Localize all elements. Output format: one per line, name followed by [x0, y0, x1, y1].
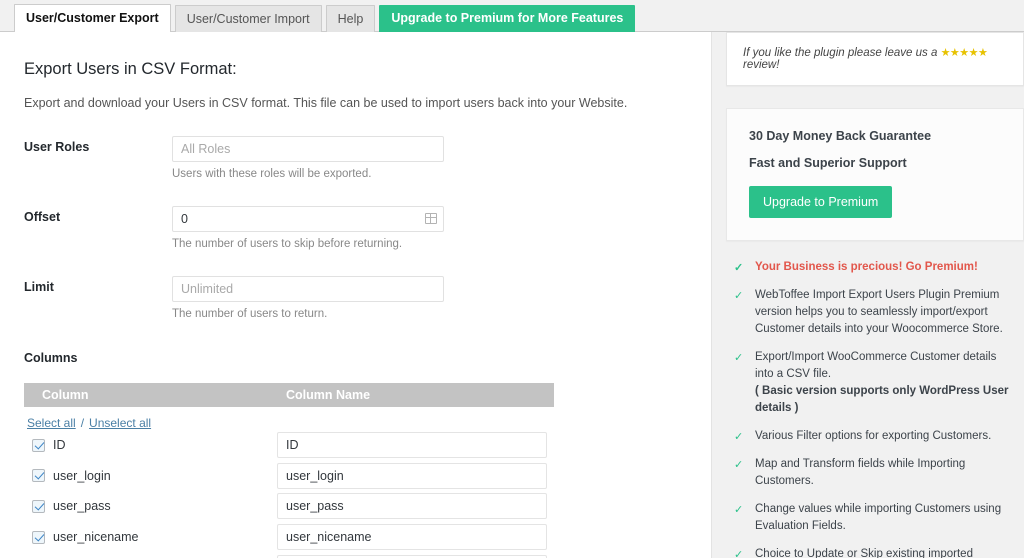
form-field-2: The number of users to return.: [172, 276, 687, 320]
checkbox-ID[interactable]: [32, 439, 45, 452]
column-cell: user_nicename: [24, 530, 277, 544]
form-row-2: LimitThe number of users to return.: [24, 276, 687, 320]
input-wrapper-0: [172, 136, 444, 162]
feature-item: ✓ Map and Transform fields while Importin…: [734, 456, 1012, 490]
tab-1[interactable]: User/Customer Import: [175, 5, 322, 32]
column-cell: user_login: [24, 469, 277, 483]
select-all-link[interactable]: Select all: [27, 416, 76, 430]
feature-item: ✓ WebToffee Import Export Users Plugin Pr…: [734, 287, 1012, 338]
feature-item: ✓ Choice to Update or Skip existing impor…: [734, 546, 1012, 558]
check-icon: ✓: [734, 502, 743, 518]
form-label-2: Limit: [24, 276, 172, 320]
check-icon: ✓: [734, 547, 743, 558]
unselect-all-link[interactable]: Unselect all: [89, 416, 151, 430]
header-column-name: Column Name: [286, 388, 370, 402]
input-wrapper-2: [172, 276, 444, 302]
feature-item: ✓ Change values while importing Customers…: [734, 501, 1012, 535]
feature-text: Map and Transform fields while Importing…: [755, 458, 965, 487]
review-text-before: If you like the plugin please leave us a: [743, 47, 937, 59]
tab-bar: User/Customer ExportUser/Customer Import…: [0, 0, 1024, 32]
page-body: Export Users in CSV Format: Export and d…: [0, 32, 1024, 558]
column-label: ID: [53, 438, 66, 452]
star-rating-icon[interactable]: ★★★★★: [941, 47, 988, 59]
column-cell: ID: [24, 438, 277, 452]
form-label-1: Offset: [24, 206, 172, 250]
checkbox-user_pass[interactable]: [32, 500, 45, 513]
export-card: Export Users in CSV Format: Export and d…: [0, 32, 712, 558]
feature-text: WebToffee Import Export Users Plugin Pre…: [755, 289, 1003, 335]
check-icon: ✓: [734, 457, 743, 473]
table-row: user_email: [24, 552, 554, 558]
column-name-input-ID[interactable]: [277, 432, 547, 458]
check-icon: ✓: [734, 350, 743, 366]
columns-heading: Columns: [24, 351, 687, 365]
feature-text: Change values while importing Customers …: [755, 503, 1001, 532]
feature-text: Export/Import WooCommerce Customer detai…: [755, 351, 996, 380]
select-separator: /: [81, 416, 84, 430]
form-label-0: User Roles: [24, 136, 172, 180]
column-name-cell: [277, 524, 554, 550]
table-row: user_nicename: [24, 522, 554, 553]
feature-item: ✓ Your Business is precious! Go Premium!: [734, 259, 1012, 276]
tab-2[interactable]: Help: [326, 5, 376, 32]
form-field-0: Users with these roles will be exported.: [172, 136, 687, 180]
table-row: ID: [24, 430, 554, 461]
export-form: User RolesUsers with these roles will be…: [24, 136, 687, 320]
tab-3[interactable]: Upgrade to Premium for More Features: [379, 5, 635, 32]
premium-feature-list: ✓Your Business is precious! Go Premium!✓…: [734, 259, 1012, 558]
review-text-after: review!: [743, 59, 779, 71]
page-description: Export and download your Users in CSV fo…: [24, 96, 687, 110]
promo-guarantee-line: 30 Day Money Back Guarantee: [749, 129, 1001, 143]
form-row-0: User RolesUsers with these roles will be…: [24, 136, 687, 180]
page-title: Export Users in CSV Format:: [24, 60, 687, 79]
promo-box: 30 Day Money Back Guarantee Fast and Sup…: [726, 108, 1024, 241]
review-banner: If you like the plugin please leave us a…: [726, 32, 1024, 86]
columns-row-list: ID user_login user_pass user_nicename user_e…: [24, 430, 554, 558]
columns-table-header: Column Column Name: [24, 383, 554, 407]
checkbox-user_login[interactable]: [32, 469, 45, 482]
table-row: user_pass: [24, 491, 554, 522]
tab-0[interactable]: User/Customer Export: [14, 4, 171, 32]
form-help-0: Users with these roles will be exported.: [172, 168, 687, 180]
column-cell: user_pass: [24, 499, 277, 513]
form-row-1: OffsetThe number of users to skip before…: [24, 206, 687, 250]
column-label: user_nicename: [53, 530, 138, 544]
feature-text: Various Filter options for exporting Cus…: [755, 430, 991, 442]
input-offset[interactable]: [172, 206, 444, 232]
feature-item: ✓ Export/Import WooCommerce Customer deta…: [734, 349, 1012, 417]
feature-text-note: ( Basic version supports only WordPress …: [755, 385, 1009, 414]
feature-text: Your Business is precious! Go Premium!: [755, 261, 978, 273]
check-icon: ✓: [734, 288, 743, 304]
column-label: user_login: [53, 469, 111, 483]
checkbox-user_nicename[interactable]: [32, 531, 45, 544]
column-label: user_pass: [53, 499, 111, 513]
feature-item: ✓ Various Filter options for exporting Cu…: [734, 428, 1012, 445]
input-wrapper-1: [172, 206, 444, 232]
check-icon: ✓: [734, 260, 743, 276]
select-controls: Select all / Unselect all: [24, 407, 554, 430]
column-name-cell: [277, 463, 554, 489]
column-name-cell: [277, 493, 554, 519]
form-help-1: The number of users to skip before retur…: [172, 238, 687, 250]
table-row: user_login: [24, 461, 554, 492]
input-limit[interactable]: [172, 276, 444, 302]
feature-text: Choice to Update or Skip existing import…: [755, 548, 973, 558]
upgrade-to-premium-button[interactable]: Upgrade to Premium: [749, 186, 892, 218]
form-help-2: The number of users to return.: [172, 308, 687, 320]
sidebar: If you like the plugin please leave us a…: [712, 32, 1024, 558]
column-name-input-user_pass[interactable]: [277, 493, 547, 519]
promo-support-line: Fast and Superior Support: [749, 156, 1001, 170]
columns-table: Column Column Name Select all / Unselect a…: [24, 383, 554, 558]
check-icon: ✓: [734, 429, 743, 445]
input-user-roles[interactable]: [172, 136, 444, 162]
column-name-cell: [277, 432, 554, 458]
column-name-input-user_nicename[interactable]: [277, 524, 547, 550]
header-column: Column: [24, 388, 286, 402]
column-name-input-user_login[interactable]: [277, 463, 547, 489]
form-field-1: The number of users to skip before retur…: [172, 206, 687, 250]
